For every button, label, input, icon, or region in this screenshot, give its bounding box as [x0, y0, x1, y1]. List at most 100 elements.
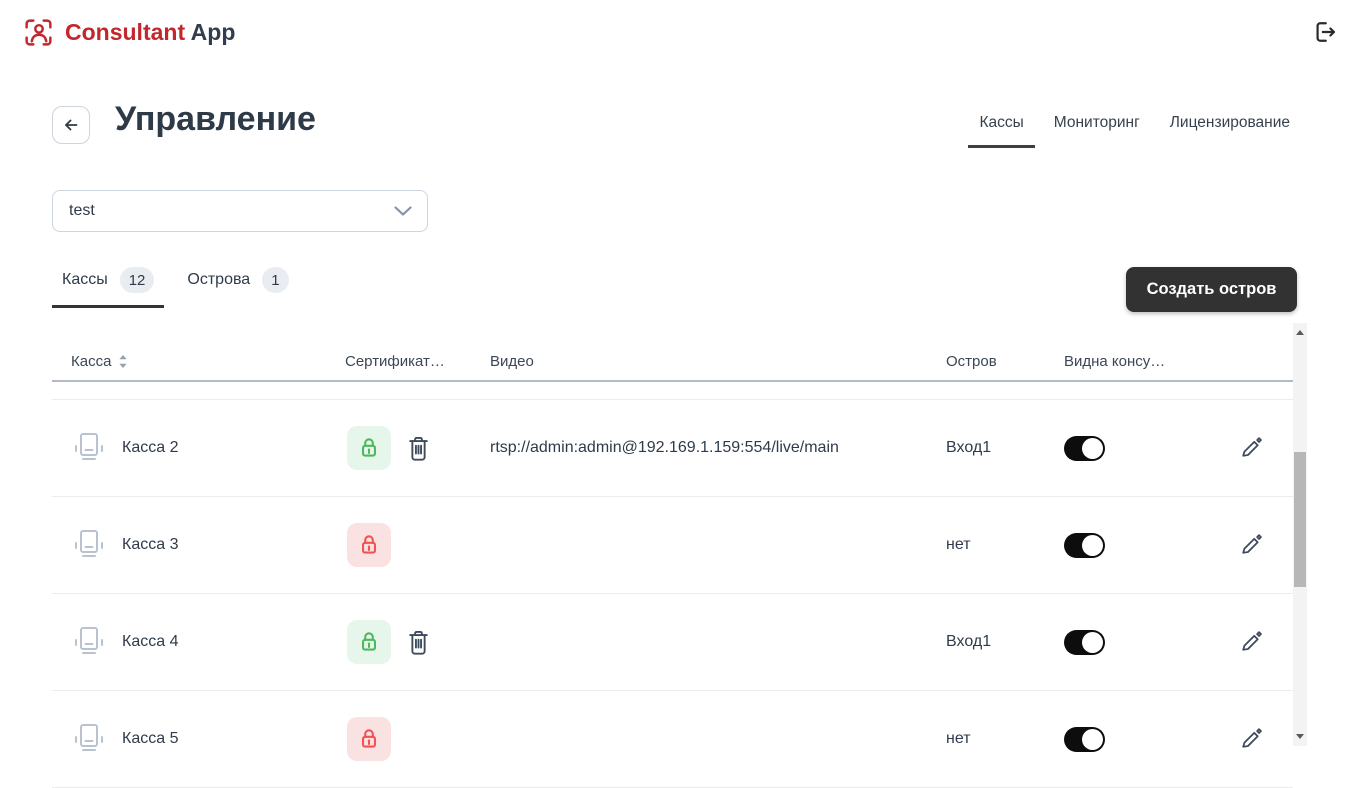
scrollbar-down-button[interactable]	[1293, 729, 1307, 744]
trash-icon	[405, 628, 432, 657]
cell-certificate	[345, 523, 490, 567]
app-header: Consultant App	[0, 0, 1362, 64]
certificate-invalid-lock-icon	[347, 523, 391, 567]
delete-certificate-button[interactable]	[405, 434, 432, 463]
delete-certificate-button[interactable]	[405, 628, 432, 657]
cell-actions	[1200, 630, 1293, 655]
edit-button[interactable]	[1238, 533, 1263, 558]
scrollbar-up-button[interactable]	[1293, 325, 1307, 340]
cell-kassa: Касса 5	[52, 719, 345, 759]
table-row: Касса 4	[52, 594, 1293, 691]
view-tabs: Кассы 12 Острова 1	[52, 263, 312, 308]
view-tab-label: Острова	[187, 271, 250, 289]
cell-visible	[1064, 436, 1200, 461]
page-title: Управление	[115, 100, 316, 139]
kassa-name: Касса 4	[122, 633, 178, 651]
cell-island: нет	[946, 730, 1064, 748]
brand-name-primary: Consultant	[65, 19, 185, 45]
column-header-video: Видео	[490, 353, 946, 370]
brand-name: Consultant App	[65, 19, 235, 46]
toggle-knob	[1082, 729, 1103, 750]
table-header-row: Касса Сертификат… Видео Остров Видна кон…	[52, 330, 1293, 382]
cell-island: Вход1	[946, 633, 1064, 651]
nav-tab-licensing[interactable]: Лицензирование	[1159, 114, 1301, 148]
column-header-island: Остров	[946, 353, 1064, 370]
scrolled-row-remainder	[52, 382, 1293, 400]
pos-terminal-icon	[68, 622, 108, 662]
edit-button[interactable]	[1238, 436, 1263, 461]
column-header-certificate: Сертификат…	[345, 353, 490, 370]
nav-tab-kassy[interactable]: Кассы	[968, 114, 1034, 148]
cell-kassa: Касса 4	[52, 622, 345, 662]
trash-icon	[405, 434, 432, 463]
certificate-valid-lock-icon	[347, 426, 391, 470]
kassa-name: Касса 2	[122, 439, 178, 457]
back-button[interactable]	[52, 106, 90, 144]
tab-count-badge: 12	[120, 267, 155, 293]
table-row: Касса 3	[52, 497, 1293, 594]
pos-terminal-icon	[68, 719, 108, 759]
toggle-knob	[1082, 438, 1103, 459]
logout-button[interactable]	[1308, 16, 1340, 48]
brand: Consultant App	[22, 16, 235, 49]
section-tabs: Кассы Мониторинг Лицензирование	[960, 114, 1301, 148]
view-tab-ostrova[interactable]: Острова 1	[177, 263, 298, 308]
vertical-scrollbar[interactable]	[1293, 323, 1307, 746]
table-row: Касса 5	[52, 691, 1293, 788]
pencil-icon	[1238, 533, 1263, 558]
column-header-kassa[interactable]: Касса	[52, 353, 345, 370]
consultant-logo-icon	[22, 16, 55, 49]
cell-visible	[1064, 630, 1200, 655]
edit-button[interactable]	[1238, 727, 1263, 752]
pos-terminal-icon	[68, 525, 108, 565]
cell-certificate	[345, 717, 490, 761]
cell-visible	[1064, 727, 1200, 752]
arrow-left-icon	[61, 115, 81, 135]
tab-count-badge: 1	[262, 267, 288, 293]
toggle-knob	[1082, 632, 1103, 653]
column-header-label: Касса	[71, 353, 111, 370]
cell-kassa: Касса 2	[52, 428, 345, 468]
toggle-knob	[1082, 535, 1103, 556]
kassa-table: Касса Сертификат… Видео Остров Видна кон…	[52, 330, 1293, 788]
cell-visible	[1064, 533, 1200, 558]
nav-tab-monitoring[interactable]: Мониторинг	[1043, 114, 1151, 148]
cell-kassa: Касса 3	[52, 525, 345, 565]
sort-icon	[118, 355, 128, 368]
table-row: Касса 2	[52, 400, 1293, 497]
visibility-toggle[interactable]	[1064, 727, 1105, 752]
cell-certificate	[345, 426, 490, 470]
brand-name-secondary: App	[191, 19, 236, 45]
kassa-name: Касса 3	[122, 536, 178, 554]
create-island-button[interactable]: Создать остров	[1126, 267, 1297, 312]
visibility-toggle[interactable]	[1064, 630, 1105, 655]
edit-button[interactable]	[1238, 630, 1263, 655]
triangle-down-icon	[1296, 734, 1304, 739]
visibility-toggle[interactable]	[1064, 436, 1105, 461]
certificate-valid-lock-icon	[347, 620, 391, 664]
cell-actions	[1200, 533, 1293, 558]
cell-video: rtsp://admin:admin@192.169.1.159:554/liv…	[490, 439, 946, 457]
logout-icon	[1310, 18, 1338, 46]
island-select[interactable]: test	[52, 190, 428, 232]
kassa-name: Касса 5	[122, 730, 178, 748]
cell-island: нет	[946, 536, 1064, 554]
pos-terminal-icon	[68, 428, 108, 468]
cell-actions	[1200, 727, 1293, 752]
pencil-icon	[1238, 727, 1263, 752]
cell-certificate	[345, 620, 490, 664]
certificate-invalid-lock-icon	[347, 717, 391, 761]
table-body: Касса 2	[52, 400, 1293, 788]
pencil-icon	[1238, 436, 1263, 461]
cell-actions	[1200, 436, 1293, 461]
island-select-value: test	[69, 202, 95, 220]
chevron-down-icon	[394, 206, 412, 216]
pencil-icon	[1238, 630, 1263, 655]
view-tab-kassy[interactable]: Кассы 12	[52, 263, 164, 308]
view-tab-label: Кассы	[62, 271, 108, 289]
scrollbar-thumb[interactable]	[1294, 452, 1306, 587]
triangle-up-icon	[1296, 330, 1304, 335]
column-header-visible: Видна консу…	[1064, 353, 1200, 370]
cell-island: Вход1	[946, 439, 1064, 457]
visibility-toggle[interactable]	[1064, 533, 1105, 558]
